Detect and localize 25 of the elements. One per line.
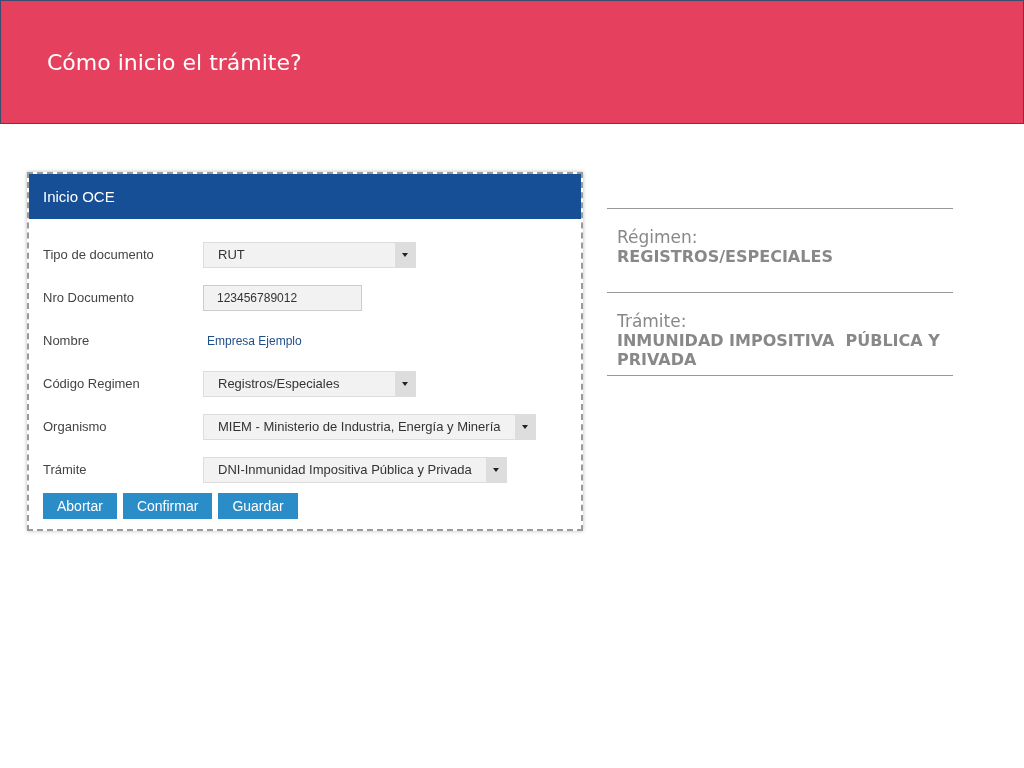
field-label: Código Regimen [43, 376, 141, 391]
action-button[interactable]: Guardar [218, 493, 298, 519]
action-button[interactable]: Abortar [43, 493, 117, 519]
panel-header: Inicio OCE [29, 174, 581, 219]
field-label: Trámite [43, 462, 88, 477]
caret-icon [402, 252, 408, 257]
input-field[interactable]: 123456789012 [203, 284, 362, 311]
dropdown[interactable]: DNI-Inmunidad Impositiva Pública y Privada [203, 456, 507, 483]
summary-label: Régimen: [617, 227, 699, 247]
caret-icon [402, 381, 408, 386]
summary-label: Trámite: [617, 311, 688, 331]
caret-icon [492, 467, 499, 472]
field-label: Tipo de documento [43, 247, 155, 262]
summary-value: INMUNIDAD IMPOSITIVA PÚBLICA Y PRIVADA [617, 331, 941, 369]
field-value: Empresa Ejemplo [206, 333, 302, 348]
dropdown[interactable]: RUT [203, 241, 416, 268]
caret-icon [521, 424, 528, 429]
action-button[interactable]: Confirmar [122, 493, 213, 519]
summary-value: REGISTROS/ESPECIALES [617, 247, 834, 266]
field-label: Nombre [43, 333, 91, 348]
field-label: Nro Documento [43, 290, 136, 305]
dropdown[interactable]: Registros/Especiales [203, 370, 416, 397]
field-label: Organismo [43, 419, 108, 434]
dropdown[interactable]: MIEM - Ministerio de Industria, Energía y Minería [203, 413, 536, 440]
slide-title: Cómo inicio el trámite? [47, 49, 302, 75]
